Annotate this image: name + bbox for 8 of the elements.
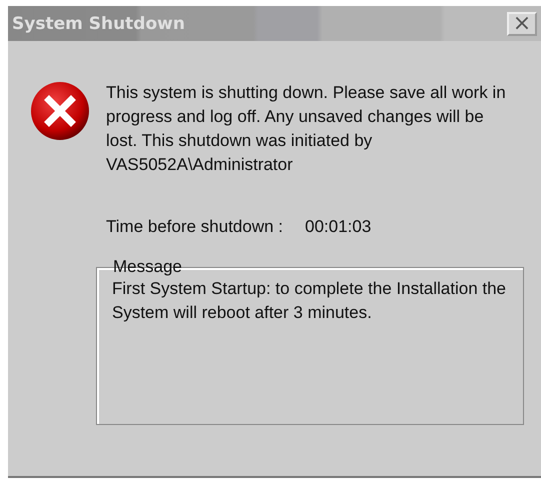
group-legend: Message (111, 257, 184, 277)
time-value: 00:01:03 (305, 217, 372, 237)
time-label: Time before shutdown : (106, 217, 284, 237)
window-title: System Shutdown (12, 14, 185, 34)
error-icon (30, 81, 90, 141)
group-message: First System Startup: to complete the Installation the System will reboot after 3 minutes. (112, 278, 508, 324)
shutdown-message: This system is shutting down. Please save all work in progress and log off. Any unsaved changes will be lost. This shutdown was initiated by VAS5052A\Administrator (106, 82, 507, 176)
close-button[interactable]: × (507, 12, 537, 36)
